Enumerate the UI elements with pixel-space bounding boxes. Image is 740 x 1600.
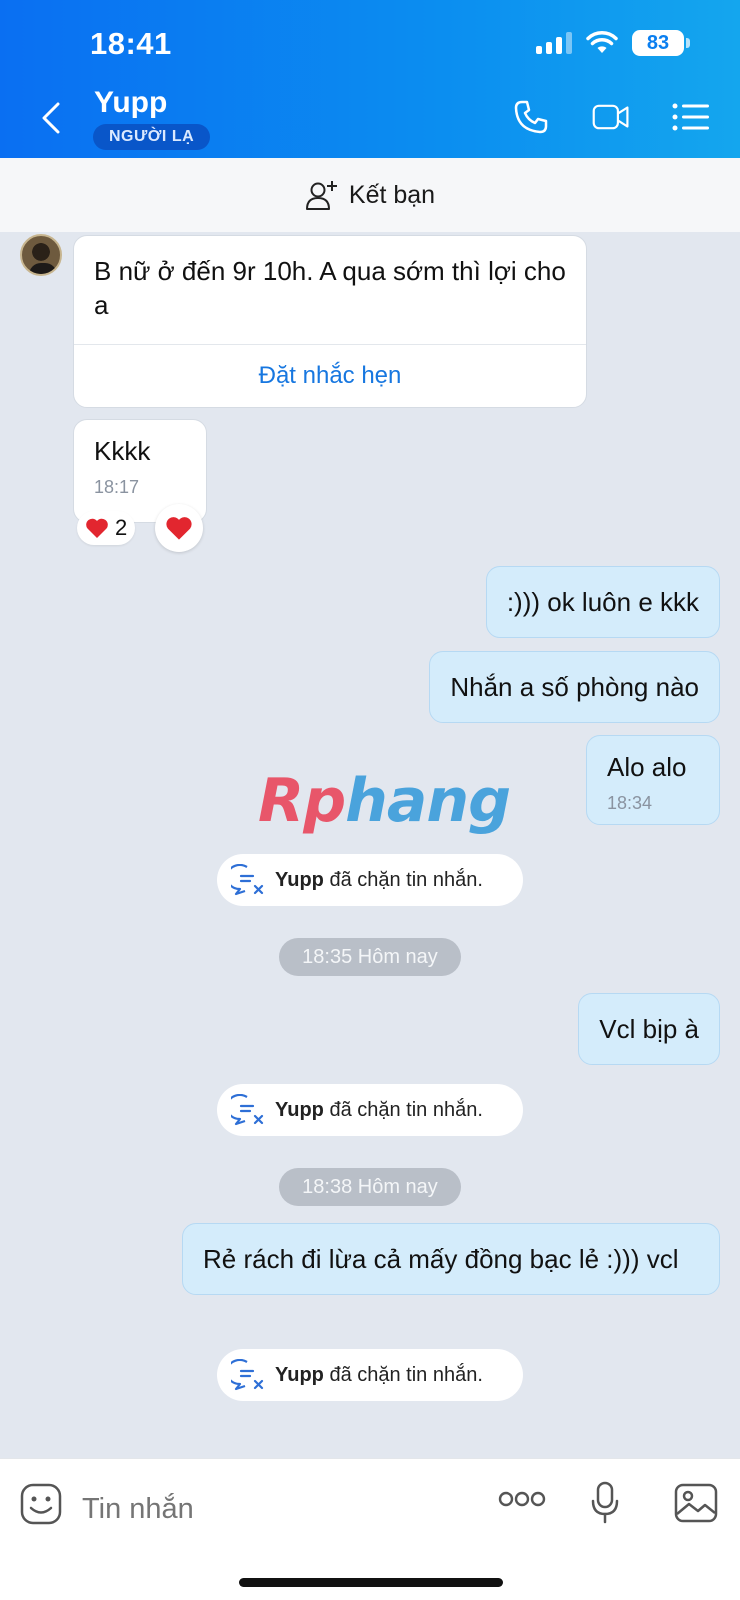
blocked-notice-text: Yupp đã chặn tin nhắn. <box>275 1099 483 1122</box>
watermark-logo: Rphang <box>258 766 511 836</box>
outgoing-message[interactable]: Alo alo 18:34 <box>586 735 720 825</box>
message-composer <box>0 1458 740 1600</box>
outgoing-message[interactable]: Vcl bịp à <box>578 993 720 1065</box>
reaction-summary[interactable]: 2 <box>77 511 136 545</box>
sender-name: Yupp <box>275 868 324 891</box>
reaction-count: 2 <box>115 515 128 540</box>
sender-name: Yupp <box>275 1098 324 1121</box>
list-menu-icon <box>672 103 709 131</box>
header-actions <box>512 98 710 136</box>
sticker-button[interactable] <box>20 1483 62 1530</box>
signal-icon <box>536 32 572 54</box>
status-time: 18:41 <box>90 26 172 61</box>
call-button[interactable] <box>512 98 550 136</box>
back-button[interactable] <box>36 98 66 138</box>
react-button[interactable] <box>155 504 203 552</box>
video-camera-icon <box>592 104 629 130</box>
incoming-message[interactable]: B nữ ở đến 9r 10h. A qua sớm thì lợi cho… <box>73 235 587 408</box>
blocked-notice-text: Yupp đã chặn tin nhắn. <box>275 1364 483 1387</box>
time-separator: 18:35 Hôm nay <box>279 938 461 976</box>
wifi-icon <box>586 31 618 53</box>
phone-icon <box>514 100 548 134</box>
time-separator: 18:38 Hôm nay <box>279 1168 461 1206</box>
watermark-part-1: Rp <box>258 766 346 836</box>
more-dots-icon <box>498 1491 546 1507</box>
contact-avatar[interactable] <box>20 234 62 276</box>
battery-icon: 83 <box>632 30 690 56</box>
blocked-message-icon <box>231 864 264 896</box>
heart-icon <box>166 517 192 540</box>
stranger-badge: NGƯỜI LẠ <box>93 124 211 150</box>
blocked-notice: Yupp đã chặn tin nhắn. <box>217 1349 523 1401</box>
chat-header: 18:41 83 Yupp NGƯỜI LẠ <box>0 0 740 158</box>
sticker-face-icon <box>20 1483 62 1525</box>
watermark-part-2: hang <box>345 766 511 836</box>
chevron-left-icon <box>42 102 60 134</box>
blocked-notice: Yupp đã chặn tin nhắn. <box>217 1084 523 1136</box>
contact-name[interactable]: Yupp <box>94 86 167 120</box>
notice-body: đã chặn tin nhắn. <box>329 1098 483 1121</box>
sender-name: Yupp <box>275 1363 324 1386</box>
blocked-notice: Yupp đã chặn tin nhắn. <box>217 854 523 906</box>
message-text: Kkkk <box>94 436 151 466</box>
message-text: Rẻ rách đi lừa cả mấy đồng bạc lẻ :))) v… <box>203 1244 679 1274</box>
heart-icon <box>86 518 108 538</box>
blocked-notice-text: Yupp đã chặn tin nhắn. <box>275 869 483 892</box>
set-reminder-button[interactable]: Đặt nhắc hẹn <box>74 344 586 407</box>
notice-body: đã chặn tin nhắn. <box>329 1363 483 1386</box>
add-user-icon <box>305 181 337 210</box>
microphone-icon <box>591 1481 619 1524</box>
message-time: 18:17 <box>94 477 140 497</box>
add-friend-button[interactable]: Kết bạn <box>0 158 740 232</box>
image-button[interactable] <box>674 1483 718 1528</box>
video-call-button[interactable] <box>592 98 630 136</box>
message-input[interactable] <box>82 1487 462 1531</box>
message-time: 18:34 <box>607 793 653 813</box>
menu-button[interactable] <box>672 98 710 136</box>
battery-level: 83 <box>646 31 670 54</box>
more-options-button[interactable] <box>498 1489 546 1514</box>
notice-body: đã chặn tin nhắn. <box>329 868 483 891</box>
status-icons: 83 <box>536 30 690 56</box>
voice-message-button[interactable] <box>590 1481 620 1530</box>
outgoing-message[interactable]: Nhắn a số phòng nào <box>429 651 720 723</box>
message-text: Alo alo <box>607 752 687 782</box>
outgoing-message[interactable]: Rẻ rách đi lừa cả mấy đồng bạc lẻ :))) v… <box>182 1223 720 1295</box>
message-text: B nữ ở đến 9r 10h. A qua sớm thì lợi cho… <box>94 256 566 320</box>
outgoing-message[interactable]: :))) ok luôn e kkk <box>485 566 720 638</box>
blocked-message-icon <box>231 1359 264 1391</box>
message-text: Vcl bịp à <box>599 1014 699 1044</box>
image-icon <box>674 1483 718 1523</box>
add-friend-label: Kết bạn <box>348 180 436 209</box>
blocked-message-icon <box>231 1094 264 1126</box>
message-text: Nhắn a số phòng nào <box>450 672 699 702</box>
message-text: :))) ok luôn e kkk <box>506 587 699 617</box>
home-indicator <box>239 1578 503 1587</box>
